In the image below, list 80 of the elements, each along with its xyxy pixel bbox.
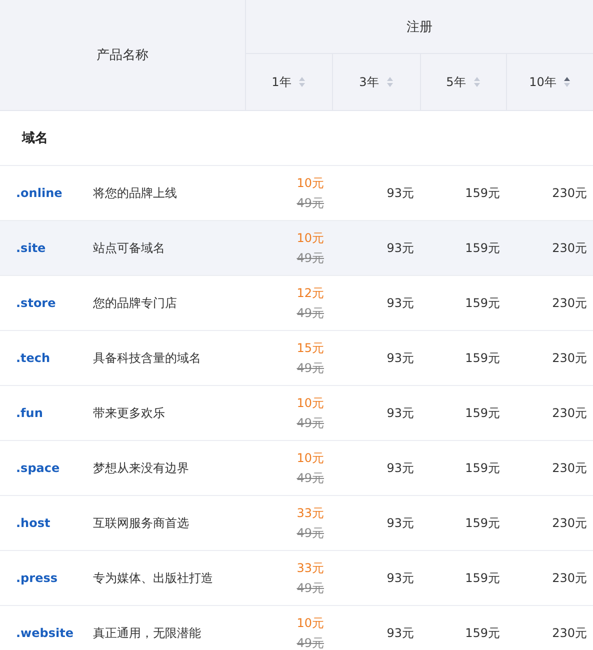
domain-name: .site (16, 241, 46, 255)
price: 93元 (386, 516, 414, 530)
original-price: 49元 (296, 634, 324, 650)
domain-description: 带来更多欢乐 (93, 406, 165, 420)
sort-icon[interactable] (564, 77, 570, 87)
price: 159元 (465, 406, 500, 420)
domain-name: .tech (16, 351, 50, 365)
section-heading: 域名 (22, 131, 48, 146)
sale-price: 10元 (296, 230, 324, 246)
domain-name: .host (16, 516, 50, 530)
domain-description: 您的品牌专门店 (93, 296, 177, 310)
price: 230元 (552, 240, 587, 254)
table-row[interactable]: .store 您的品牌专门店 12元 49元 93元 159元 230元 (0, 276, 593, 330)
sortable-column-header[interactable]: 1年 (272, 74, 306, 90)
price: 230元 (552, 570, 587, 584)
domain-name: .space (16, 461, 60, 475)
original-price: 49元 (296, 580, 324, 596)
price: 159元 (465, 350, 500, 364)
sortable-column-header[interactable]: 5年 (446, 74, 480, 90)
domain-description: 互联网服务商首选 (93, 516, 189, 530)
price: 93元 (386, 460, 414, 474)
price: 93元 (386, 626, 414, 640)
price: 230元 (552, 460, 587, 474)
price: 159元 (465, 570, 500, 584)
table-row[interactable]: .site 站点可备域名 10元 49元 93元 159元 230元 (0, 220, 593, 276)
sale-price: 10元 (296, 450, 324, 466)
domain-name: .online (16, 186, 62, 200)
column-header: 产品名称 (96, 48, 148, 63)
sale-price: 12元 (296, 284, 324, 302)
price: 230元 (552, 350, 587, 364)
domain-description: 专为媒体、出版社打造 (93, 570, 213, 584)
price: 159元 (465, 186, 500, 200)
price: 159元 (465, 626, 500, 640)
sortable-column-header[interactable]: 10年 (529, 74, 570, 90)
price: 159元 (465, 460, 500, 474)
domain-description: 将您的品牌上线 (93, 186, 177, 200)
price: 230元 (552, 516, 587, 530)
domain-description: 梦想从来没有边界 (93, 460, 189, 474)
table-row[interactable]: .space 梦想从来没有边界 10元 49元 93元 159元 230元 (0, 440, 593, 496)
original-price: 49元 (296, 414, 324, 432)
domain-description: 具备科技含量的域名 (93, 350, 201, 364)
price: 230元 (552, 406, 587, 420)
domain-name: .press (16, 571, 58, 585)
table-row[interactable]: .website 真正通用，无限潜能 10元 49元 93元 159元 230元 (0, 606, 593, 650)
original-price: 49元 (296, 304, 324, 322)
sortable-column-header[interactable]: 3年 (359, 74, 393, 90)
sale-price: 33元 (296, 504, 324, 522)
price: 93元 (386, 406, 414, 420)
sale-price: 15元 (296, 340, 324, 356)
price: 159元 (465, 240, 500, 254)
domain-name: .website (16, 626, 74, 640)
price: 159元 (465, 296, 500, 310)
column-group-header: 注册 (406, 20, 432, 34)
domain-description: 站点可备域名 (93, 240, 165, 254)
domain-name: .fun (16, 406, 43, 420)
price: 230元 (552, 296, 587, 310)
sale-price: 10元 (296, 394, 324, 412)
original-price: 49元 (296, 524, 324, 542)
price: 93元 (386, 350, 414, 364)
price: 230元 (552, 626, 587, 640)
domain-description: 真正通用，无限潜能 (93, 626, 201, 640)
original-price: 49元 (296, 194, 324, 212)
price: 93元 (386, 570, 414, 584)
sale-price: 33元 (296, 560, 324, 576)
table-row[interactable]: .tech 具备科技含量的域名 15元 49元 93元 159元 230元 (0, 330, 593, 386)
domain-name: .store (16, 296, 56, 310)
price: 230元 (552, 186, 587, 200)
table-row[interactable]: .online 将您的品牌上线 10元 49元 93元 159元 230元 (0, 166, 593, 220)
original-price: 49元 (296, 360, 324, 376)
price: 93元 (386, 240, 414, 254)
table-row[interactable]: .host 互联网服务商首选 33元 49元 93元 159元 230元 (0, 496, 593, 550)
price: 93元 (386, 186, 414, 200)
sale-price: 10元 (296, 174, 324, 192)
table-row[interactable]: .fun 带来更多欢乐 10元 49元 93元 159元 230元 (0, 386, 593, 440)
price: 159元 (465, 516, 500, 530)
table-row[interactable]: .press 专为媒体、出版社打造 33元 49元 93元 159元 230元 (0, 550, 593, 606)
original-price: 49元 (296, 470, 324, 486)
price: 93元 (386, 296, 414, 310)
original-price: 49元 (296, 250, 324, 266)
sale-price: 10元 (296, 614, 324, 632)
